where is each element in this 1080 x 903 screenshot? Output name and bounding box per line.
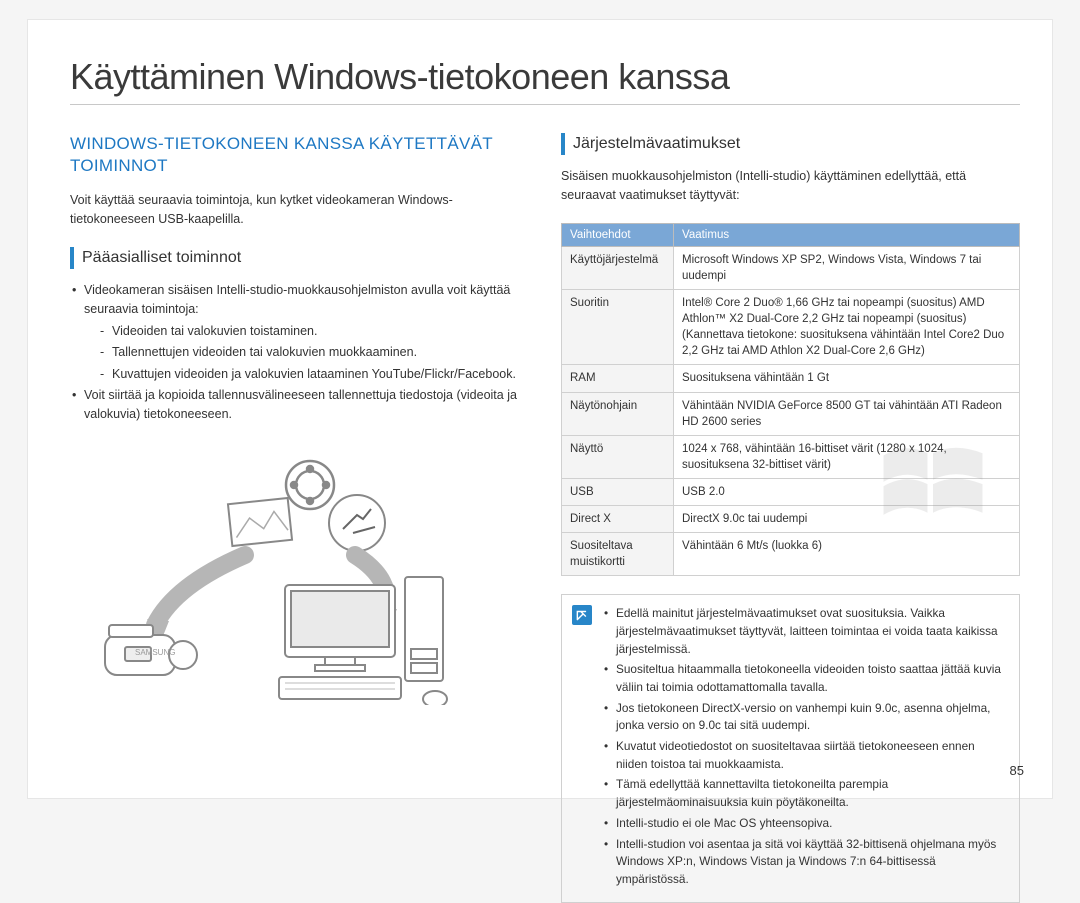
subheading-main-functions: Pääasialliset toiminnot	[70, 247, 529, 269]
list-item: Videoiden tai valokuvien toistaminen.	[98, 322, 529, 341]
table-cell-value: USB 2.0	[674, 478, 1020, 505]
table-row: KäyttöjärjestelmäMicrosoft Windows XP SP…	[562, 246, 1020, 289]
table-cell-value: Intel® Core 2 Duo® 1,66 GHz tai nopeampi…	[674, 290, 1020, 365]
table-cell-value: Vähintään 6 Mt/s (luokka 6)	[674, 533, 1020, 576]
list-item: Voit siirtää ja kopioida tallennusväline…	[70, 386, 529, 425]
note-icon	[572, 605, 592, 625]
table-header-requirement: Vaatimus	[674, 223, 1020, 246]
table-cell-label: Suositeltava muistikortti	[562, 533, 674, 576]
note-item: Tämä edellyttää kannettavilta tietokonei…	[604, 776, 1007, 811]
illustration-svg: SAMSUNG	[95, 455, 505, 705]
table-cell-label: Suoritin	[562, 290, 674, 365]
table-row: RAMSuosituksena vähintään 1 Gt	[562, 365, 1020, 392]
note-item: Intelli-studion voi asentaa ja sitä voi …	[604, 836, 1007, 889]
brand-label: SAMSUNG	[135, 648, 175, 657]
intro-text: Sisäisen muokkausohjelmiston (Intelli-st…	[561, 167, 1020, 205]
page-container: Käyttäminen Windows-tietokoneen kanssa W…	[28, 20, 1052, 798]
bullet-text: Videokameran sisäisen Intelli-studio-muo…	[84, 283, 510, 316]
section-heading: WINDOWS-TIETOKONEEN KANSSA KÄYTETTÄVÄT T…	[70, 133, 529, 177]
page-number: 85	[1010, 763, 1024, 778]
illustration-camera-pc: SAMSUNG	[70, 445, 529, 715]
bullet-list: Videokameran sisäisen Intelli-studio-muo…	[70, 281, 529, 425]
table-row: USBUSB 2.0	[562, 478, 1020, 505]
table-cell-value: Vähintään NVIDIA GeForce 8500 GT tai väh…	[674, 392, 1020, 435]
table-cell-value: DirectX 9.0c tai uudempi	[674, 506, 1020, 533]
table-row: Näyttö1024 x 768, vähintään 16-bittiset …	[562, 435, 1020, 478]
left-column: WINDOWS-TIETOKONEEN KANSSA KÄYTETTÄVÄT T…	[70, 133, 529, 903]
table-row: SuoritinIntel® Core 2 Duo® 1,66 GHz tai …	[562, 290, 1020, 365]
table-row: NäytönohjainVähintään NVIDIA GeForce 850…	[562, 392, 1020, 435]
table-cell-label: Näyttö	[562, 435, 674, 478]
note-box: Edellä mainitut järjestelmävaatimukset o…	[561, 594, 1020, 902]
note-item: Suositeltua hitaammalla tietokoneella vi…	[604, 661, 1007, 696]
table-cell-label: Näytönohjain	[562, 392, 674, 435]
list-item: Tallennettujen videoiden tai valokuvien …	[98, 343, 529, 362]
table-cell-value: Suosituksena vähintään 1 Gt	[674, 365, 1020, 392]
table-cell-value: Microsoft Windows XP SP2, Windows Vista,…	[674, 246, 1020, 289]
note-item: Jos tietokoneen DirectX-versio on vanhem…	[604, 700, 1007, 735]
table-cell-label: Käyttöjärjestelmä	[562, 246, 674, 289]
table-cell-label: RAM	[562, 365, 674, 392]
list-item: Kuvattujen videoiden ja valokuvien lataa…	[98, 365, 529, 384]
note-item: Kuvatut videotiedostot on suositeltavaa …	[604, 738, 1007, 773]
notes-list: Edellä mainitut järjestelmävaatimukset o…	[604, 605, 1007, 888]
subheading-requirements: Järjestelmävaatimukset	[561, 133, 1020, 155]
requirements-table: Vaihtoehdot Vaatimus KäyttöjärjestelmäMi…	[561, 223, 1020, 576]
table-row: Direct XDirectX 9.0c tai uudempi	[562, 506, 1020, 533]
columns: WINDOWS-TIETOKONEEN KANSSA KÄYTETTÄVÄT T…	[70, 133, 1020, 903]
intro-text: Voit käyttää seuraavia toimintoja, kun k…	[70, 191, 529, 229]
list-item: Videokameran sisäisen Intelli-studio-muo…	[70, 281, 529, 384]
table-header-option: Vaihtoehdot	[562, 223, 674, 246]
table-cell-label: USB	[562, 478, 674, 505]
table-row: Suositeltava muistikorttiVähintään 6 Mt/…	[562, 533, 1020, 576]
right-column: Järjestelmävaatimukset Sisäisen muokkaus…	[561, 133, 1020, 903]
table-cell-value: 1024 x 768, vähintään 16-bittiset värit …	[674, 435, 1020, 478]
note-item: Edellä mainitut järjestelmävaatimukset o…	[604, 605, 1007, 658]
note-item: Intelli-studio ei ole Mac OS yhteensopiv…	[604, 815, 1007, 833]
sub-bullet-list: Videoiden tai valokuvien toistaminen. Ta…	[84, 322, 529, 384]
page-title: Käyttäminen Windows-tietokoneen kanssa	[70, 56, 1020, 105]
table-cell-label: Direct X	[562, 506, 674, 533]
